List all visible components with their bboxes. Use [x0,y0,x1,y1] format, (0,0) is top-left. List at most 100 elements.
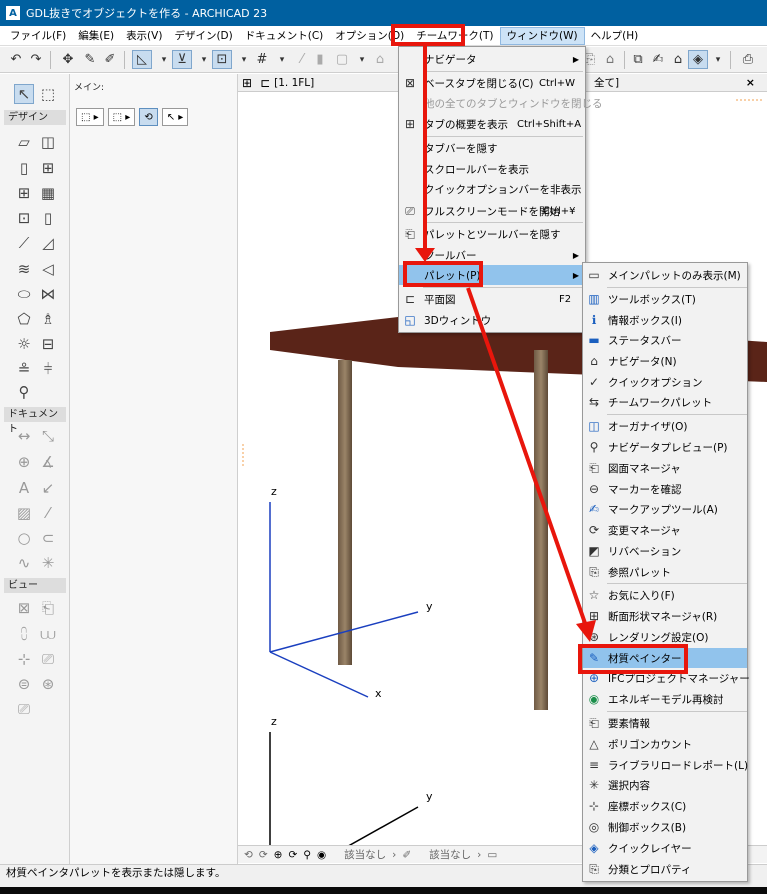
dropdown-arrow-icon[interactable]: ▾ [272,50,292,69]
palette-item-toolbox[interactable]: ▥ ツールボックス(T) [583,289,747,309]
palette-item-favorites[interactable]: ☆ お気に入り(F) [583,585,747,605]
house-icon[interactable]: ⌂ [600,50,620,69]
palette-item-drawing-manager[interactable]: ⎗ 図面マネージャ [583,458,747,478]
arc-tool-icon[interactable]: ⊂ [38,528,58,548]
column-grid-icon[interactable]: ⊞ [14,183,34,203]
menu-view[interactable]: 表示(V) [120,27,168,45]
palette-item-polygon-count[interactable]: △ ポリゴンカウント [583,734,747,754]
palette-item-main-only[interactable]: ▭ メインパレットのみ表示(M) [583,265,747,285]
rectangle-icon[interactable]: ▢ [332,50,352,69]
markup-pen-icon[interactable]: ✍ [648,50,668,69]
menu-document[interactable]: ドキュメント(C) [239,27,330,45]
door-tool-icon[interactable]: ▯ [14,158,34,178]
palette-item-revision[interactable]: ◩ リバベーション [583,541,747,561]
palette-item-library-report[interactable]: ≡ ライブラリロードレポート(L) [583,755,748,775]
line-tool-icon[interactable]: ⁄ [38,503,58,523]
curtain-wall-icon[interactable]: ◫ [38,132,58,152]
menu-item-hide-palettes[interactable]: ⎗ パレットとツールバーを隠す [399,224,585,244]
menu-item-navigator[interactable]: ナビゲータ ▶ [399,49,585,69]
grid-snap-icon[interactable]: ⊡ [212,50,232,69]
dropdown-arrow-icon[interactable]: ▾ [352,50,372,69]
section-tool-icon[interactable]: ⊠ [14,598,34,618]
eyedropper-icon[interactable]: ✎ [80,50,100,69]
palette-item-quick-layer[interactable]: ◈ クイックレイヤー [583,838,747,858]
globe-tool-icon[interactable]: ⊜ [14,674,34,694]
morph-tool-icon[interactable]: ⬠ [14,309,34,329]
menu-item-3d-window[interactable]: ◱ 3Dウィンドウ [399,310,585,330]
camera-tool-icon[interactable]: ⎚ [14,699,34,719]
slab-tool-icon[interactable]: ⬭ [14,284,34,304]
palette-item-status-bar[interactable]: ▬ ステータスバー [583,330,747,350]
hotspot2-tool-icon[interactable]: ✳ [38,553,58,573]
rotate-mode-button[interactable]: ⟲ [139,108,158,126]
menu-item-tab-overview[interactable]: ⊞ タブの概要を表示 Ctrl+Shift+A [399,114,585,134]
mesh-tool-icon[interactable]: ⋈ [38,284,58,304]
walk-icon[interactable]: ⚲ [303,849,311,861]
railing2-tool-icon[interactable]: ⫩ [38,359,58,379]
palette-item-teamwork[interactable]: ⇆ チームワークパレット [583,392,747,412]
window-tool-icon[interactable]: ⊞ [38,158,58,178]
chevron-right-icon[interactable]: › [392,849,396,861]
change-tool-icon[interactable]: ⎚ [38,649,58,669]
palette-item-energy[interactable]: ◉ エネルギーモデル再検討 [583,689,747,709]
menu-edit[interactable]: 編集(E) [72,27,120,45]
dropdown-arrow-icon[interactable]: ▾ [234,50,254,69]
spline-tool-icon[interactable]: ∿ [14,553,34,573]
redo-view-icon[interactable]: ⟳ [259,849,268,861]
sun-tool-icon[interactable]: ⊛ [38,674,58,694]
elevation-dim-icon[interactable]: ⊕ [14,452,34,472]
menu-design[interactable]: デザイン(D) [168,27,238,45]
palette-item-organizer[interactable]: ◫ オーガナイザ(O) [583,416,747,436]
menu-help[interactable]: ヘルプ(H) [585,27,645,45]
palette-item-reference[interactable]: ⎘ 参照パレット [583,562,747,582]
palette-item-element-info[interactable]: ⎗ 要素情報 [583,713,747,733]
snap-icon[interactable]: ⊻ [172,50,192,69]
layer-combo-icon[interactable]: ▭ [487,849,497,861]
wall-tool-icon[interactable]: ▱ [14,132,34,152]
cursor-mode-button[interactable]: ↖ ▸ [161,108,189,126]
palette-item-quick-options[interactable]: ✓ クイックオプション [583,372,747,392]
elevation-tool-icon[interactable]: ⎗ [38,598,58,618]
undo-icon[interactable]: ↶ [6,50,26,69]
measure-icon[interactable]: ⧉ [628,50,648,69]
chevron-right-icon[interactable]: › [477,849,481,861]
palette-item-control-box[interactable]: ◎ 制御ボックス(B) [583,817,747,837]
label-tool-icon[interactable]: ↙ [38,478,58,498]
structure-icon[interactable]: ▦ [38,183,58,203]
pick-mode-button[interactable]: ⬚ ▸ [76,108,104,126]
palette-item-markers[interactable]: ⊖ マーカーを確認 [583,479,747,499]
interior-elev-icon[interactable]: ⩇ [14,624,34,644]
tab-3d-all[interactable]: 全て] [594,75,619,90]
dimension-tool-icon[interactable]: ↔ [14,426,34,446]
hotspot-tool-icon[interactable]: ⚲ [14,382,34,402]
menu-item-hide-quick-options[interactable]: クイックオプションバーを非表示 [399,179,585,199]
redo-icon[interactable]: ↷ [26,50,46,69]
scale-value-1[interactable]: 該当なし [344,847,386,862]
palette-item-profile-manager[interactable]: ⊞ 断面形状マネージャ(R) [583,606,747,626]
object-icon[interactable]: ⌂ [370,50,390,69]
zone-tool-icon[interactable]: ⊟ [38,334,58,354]
menu-item-close-others[interactable]: 他の全てのタブとウィンドウを閉じる [399,93,603,113]
marquee-tool-icon[interactable]: ⬚ [38,84,58,104]
palette-item-change-manager[interactable]: ⟳ 変更マネージャ [583,520,747,540]
orbit-icon[interactable]: ⟳ [288,849,297,861]
menu-window[interactable]: ウィンドウ(W) [499,26,585,45]
arrow-tool-icon[interactable]: ↖ [14,84,34,104]
menu-item-close-tab[interactable]: ⊠ ベースタブを閉じる(C) Ctrl+W [399,73,585,93]
pen-icon[interactable]: ▮ [310,50,330,69]
fill-tool-icon[interactable]: ▨ [14,503,34,523]
3d-view-icon[interactable]: ◈ [688,50,708,69]
worksheet-icon[interactable]: ⩊ [38,624,58,644]
publish-icon[interactable]: ⎙ [738,50,758,69]
undo-view-icon[interactable]: ⟲ [244,849,253,861]
palette-item-markup[interactable]: ✍ マークアップツール(A) [583,499,747,519]
menu-item-hide-tabbar[interactable]: タブバーを隠す [399,138,585,158]
palette-item-selection[interactable]: ✳ 選択内容 [583,775,747,795]
zoom-icon[interactable]: ⊕ [274,849,283,861]
palette-item-classification[interactable]: ⎘ 分類とプロパティ [583,859,747,879]
3d-house-icon[interactable]: ⌂ [668,50,688,69]
dropdown-arrow-icon[interactable]: ▾ [708,50,728,69]
railing-tool-icon[interactable]: ≗ [14,359,34,379]
palette-item-navigator[interactable]: ⌂ ナビゲータ(N) [583,351,747,371]
guide-line-icon[interactable]: ◺ [132,50,152,69]
